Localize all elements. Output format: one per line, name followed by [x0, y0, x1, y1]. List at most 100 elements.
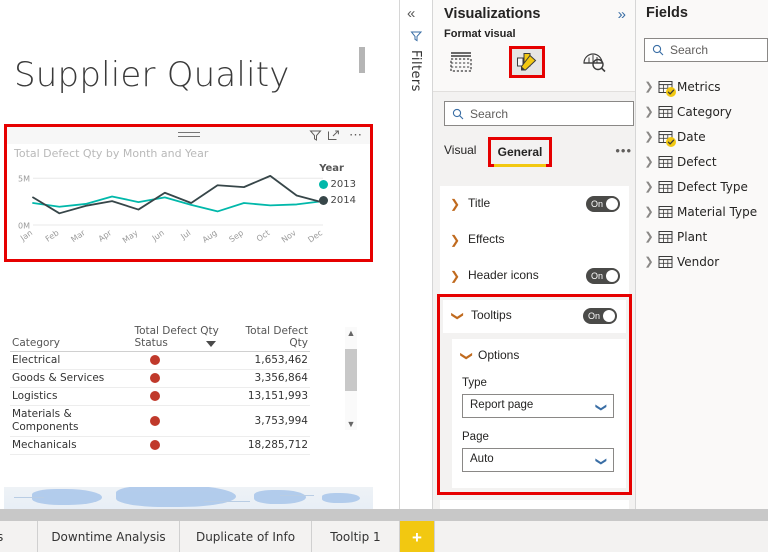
build-visual-button[interactable] [443, 46, 479, 78]
filters-pane-collapsed[interactable]: « Filters [400, 0, 433, 520]
chevron-right-icon[interactable]: ❯ [450, 197, 460, 211]
field-item-defect[interactable]: ❯ Defect [644, 149, 768, 174]
table-icon [658, 205, 673, 219]
double-chevron-right-icon[interactable]: » [618, 6, 626, 23]
field-item-label: Vendor [677, 254, 720, 269]
field-item-material-type[interactable]: ❯ Material Type [644, 199, 768, 224]
filters-label: Filters [408, 50, 423, 92]
double-chevron-left-icon[interactable]: « [407, 5, 415, 22]
chevron-right-icon[interactable]: ❯ [644, 230, 654, 243]
line-chart-visual[interactable]: ⋯ Total Defect Qty by Month and Year 0M 5… [4, 124, 373, 262]
map-visual[interactable] [4, 487, 373, 511]
add-page-button[interactable]: + [400, 521, 434, 552]
subtabs-more-icon[interactable]: ••• [615, 143, 632, 158]
drag-handle-icon[interactable] [177, 132, 200, 138]
fields-search-input[interactable]: Search [644, 38, 768, 62]
header-icons-toggle-knob [606, 270, 618, 282]
chevron-down-icon: ❯ [594, 402, 607, 413]
chevron-right-icon[interactable]: ❯ [644, 205, 654, 218]
title-toggle-knob [606, 198, 618, 210]
tooltips-toggle[interactable]: On [583, 308, 617, 324]
svg-text:Aug: Aug [201, 228, 219, 244]
chevron-right-icon[interactable]: ❯ [644, 130, 654, 143]
tab-general-label: General [497, 145, 543, 159]
field-item-label: Metrics [677, 79, 721, 94]
column-header-status[interactable]: Total Defect Qty Status [132, 325, 223, 352]
page-label: Page [462, 431, 489, 443]
filter-icon[interactable] [309, 129, 322, 142]
field-item-vendor[interactable]: ❯ Vendor [644, 249, 768, 274]
page-tab-duplicate-of-info[interactable]: Duplicate of Info [180, 521, 312, 552]
page-tab-0[interactable]: is [0, 521, 38, 552]
format-card-header-icons[interactable]: ❯ Header icons On [440, 258, 629, 295]
chevron-right-icon[interactable]: ❯ [450, 233, 460, 247]
format-card-title[interactable]: ❯ Title On [440, 186, 629, 223]
column-header-category[interactable]: Category [10, 325, 133, 352]
canvas-scrollbar-thumb[interactable] [359, 47, 365, 73]
focus-mode-icon[interactable] [327, 129, 340, 142]
cell-qty: 13,151,993 [222, 387, 310, 406]
table-row[interactable]: Goods & Services 3,356,864 [10, 369, 310, 388]
header-icons-toggle[interactable]: On [586, 268, 620, 284]
tooltip-page-dropdown[interactable]: Auto ❯ [462, 448, 614, 472]
legend-item-2014[interactable]: 2014 [318, 195, 356, 206]
report-canvas[interactable]: Supplier Quality ⋯ Total Defect Qty by M… [0, 0, 400, 520]
format-card-tooltips[interactable]: ❯ Tooltips On ❯ Options Type Report page… [437, 294, 632, 495]
sort-descending-icon[interactable] [206, 341, 217, 347]
field-item-label: Plant [677, 229, 708, 244]
status-indicator-dot [150, 373, 161, 383]
filter-funnel-icon[interactable] [410, 30, 423, 48]
power-bi-report-window: Supplier Quality ⋯ Total Defect Qty by M… [0, 0, 768, 552]
cell-category: Electrical [10, 351, 133, 370]
chevron-right-icon[interactable]: ❯ [450, 269, 460, 283]
field-item-category[interactable]: ❯ Category [644, 99, 768, 124]
svg-text:Nov: Nov [280, 228, 298, 244]
status-indicator-dot [150, 415, 161, 426]
table-scrollbar[interactable]: ▲ ▼ [345, 327, 357, 430]
chevron-right-icon[interactable]: ❯ [644, 155, 654, 168]
tab-general[interactable]: General [488, 137, 552, 167]
format-visual-button[interactable] [509, 46, 545, 78]
table-row[interactable]: Logistics 13,151,993 [10, 387, 310, 406]
table-scrollbar-thumb[interactable] [345, 349, 357, 391]
chevron-down-icon[interactable]: ❯ [451, 311, 465, 321]
format-card-effects[interactable]: ❯ Effects [440, 222, 629, 259]
chevron-right-icon[interactable]: ❯ [644, 180, 654, 193]
selected-tool-caret [519, 82, 533, 89]
tab-visual[interactable]: Visual [444, 143, 476, 157]
field-item-date[interactable]: ❯ Date [644, 124, 768, 149]
analytics-button[interactable] [576, 46, 612, 78]
table-row[interactable]: Mechanicals 18,285,712 [10, 436, 310, 455]
scroll-up-icon[interactable]: ▲ [345, 327, 357, 339]
field-item-metrics[interactable]: ❯ Metrics [644, 74, 768, 99]
visualizations-title: Visualizations [444, 6, 541, 22]
chevron-down-icon[interactable]: ❯ [460, 351, 474, 361]
title-toggle[interactable]: On [586, 196, 620, 212]
search-icon [452, 108, 464, 119]
fields-pane[interactable]: Fields Search ❯ Metrics ❯ Category ❯ Date ❯ Def… [636, 0, 768, 520]
tooltips-card-header[interactable]: ❯ Tooltips On [443, 300, 626, 333]
scroll-down-icon[interactable]: ▼ [345, 418, 357, 430]
more-options-icon[interactable]: ⋯ [349, 128, 362, 142]
field-item-plant[interactable]: ❯ Plant [644, 224, 768, 249]
field-item-defect-type[interactable]: ❯ Defect Type [644, 174, 768, 199]
legend-item-2013[interactable]: 2013 [318, 179, 356, 190]
tooltips-options-body: ❯ Options Type Report page ❯ Page Auto ❯ [452, 339, 626, 488]
svg-text:Jan: Jan [18, 228, 34, 243]
chevron-right-icon[interactable]: ❯ [644, 105, 654, 118]
visualizations-pane[interactable]: Visualizations » Format visual Search Vi… [433, 0, 636, 520]
format-search-input[interactable]: Search [444, 101, 634, 126]
table-row[interactable]: Materials & Components 3,753,994 [10, 405, 310, 437]
canvas-horizontal-scrollbar[interactable] [0, 509, 768, 521]
title-toggle-label: On [591, 199, 604, 209]
column-header-qty[interactable]: Total Defect Qty [222, 325, 310, 352]
status-indicator-dot [150, 391, 161, 401]
tooltip-type-dropdown[interactable]: Report page ❯ [462, 394, 614, 418]
table-row[interactable]: Electrical 1,653,462 [10, 351, 310, 370]
page-tab-downtime-analysis[interactable]: Downtime Analysis [38, 521, 180, 552]
page-tab-tooltip-1[interactable]: Tooltip 1 [312, 521, 400, 552]
table-visual[interactable]: Category Total Defect Qty Status Total D… [4, 325, 373, 455]
chevron-right-icon[interactable]: ❯ [644, 80, 654, 93]
cell-qty: 3,753,994 [222, 405, 310, 437]
chevron-right-icon[interactable]: ❯ [644, 255, 654, 268]
